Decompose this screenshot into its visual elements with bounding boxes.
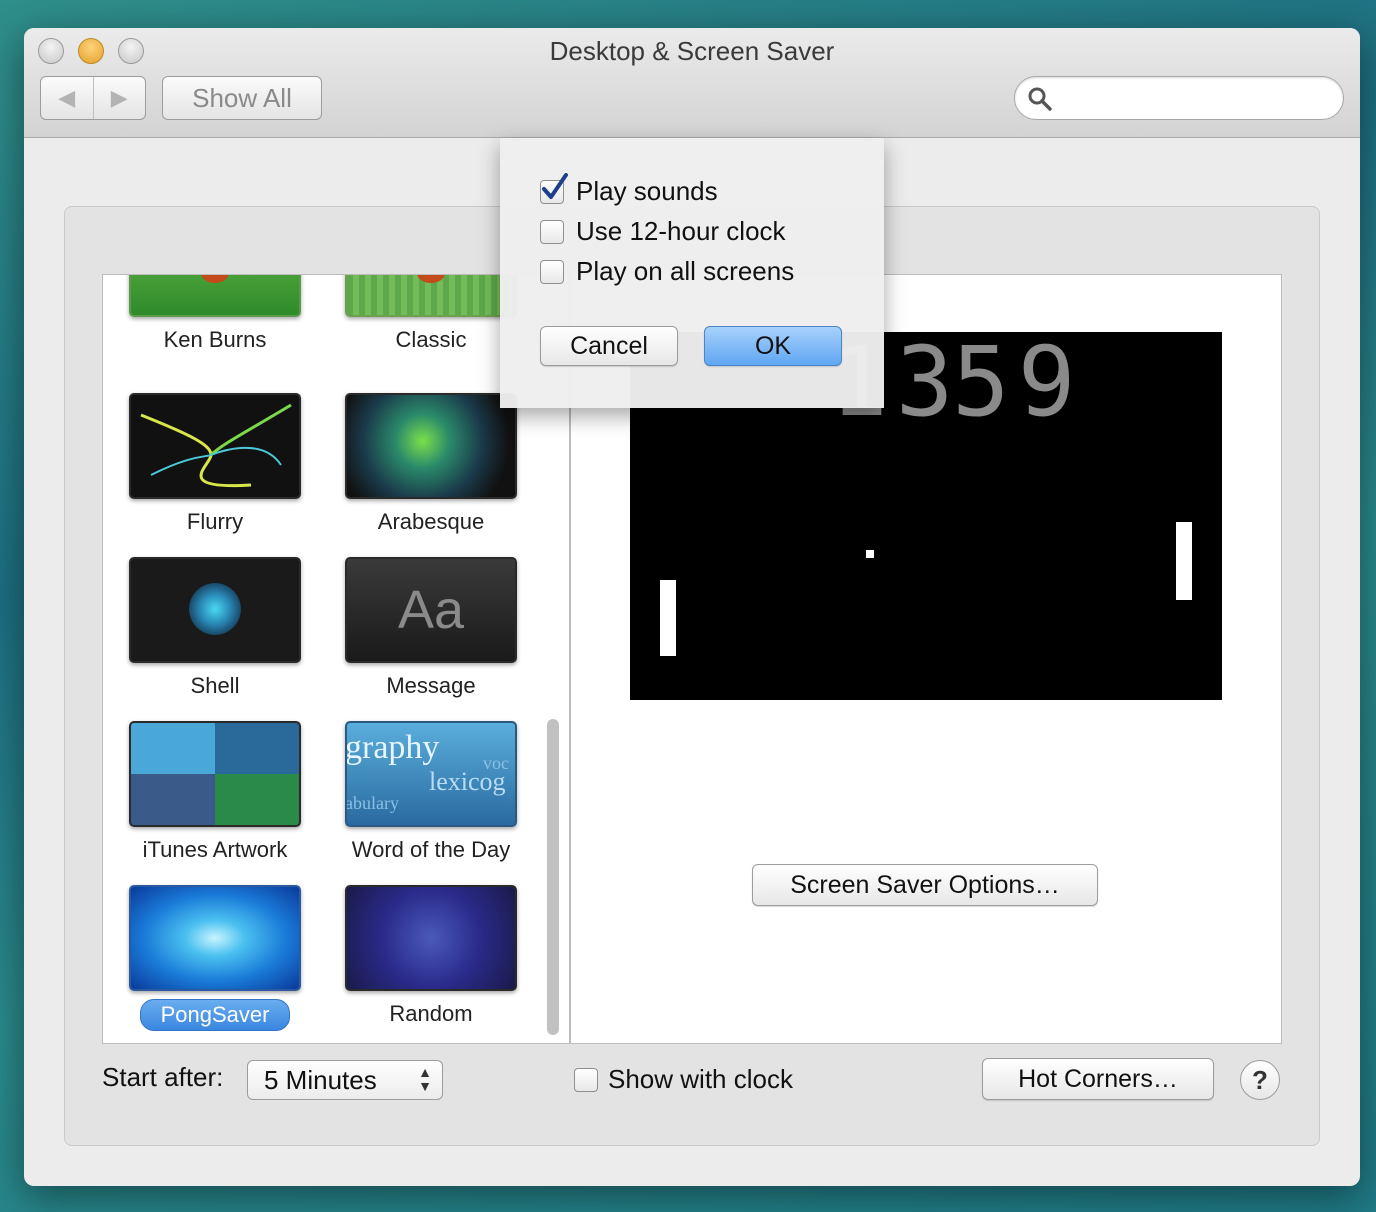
left-paddle <box>660 580 676 656</box>
classic-thumbnail <box>345 275 517 317</box>
pong-ball <box>866 550 874 558</box>
screen-saver-options-button[interactable]: Screen Saver Options… <box>752 864 1098 906</box>
itunes-artwork-thumbnail <box>129 721 301 827</box>
play-sounds-checkbox[interactable] <box>540 173 568 204</box>
preferences-window: Desktop & Screen Saver ◀ ▶ Show All Ken … <box>24 28 1360 1186</box>
saver-tile-arabesque[interactable]: Arabesque <box>323 393 539 537</box>
saver-label: Classic <box>395 327 467 352</box>
thumb-word: abulary <box>345 793 399 813</box>
play-on-all-screens-checkbox[interactable] <box>540 260 564 284</box>
saver-label: Random <box>389 1001 473 1026</box>
saver-label: Flurry <box>186 509 244 534</box>
chevron-left-icon: ◀ <box>58 85 76 110</box>
pongsaver-thumbnail <box>129 885 301 991</box>
back-button[interactable]: ◀ <box>41 77 94 119</box>
saver-label: iTunes Artwork <box>142 837 288 862</box>
saver-tile-random[interactable]: Random <box>323 885 539 1029</box>
saver-label: Arabesque <box>377 509 485 534</box>
forward-button[interactable]: ▶ <box>94 77 146 119</box>
start-after-label: Start after: <box>102 1062 224 1092</box>
score-right: 59 <box>952 326 1084 438</box>
arabesque-thumbnail <box>345 393 517 499</box>
use-12-hour-clock-checkbox[interactable] <box>540 220 564 244</box>
saver-label-selected: PongSaver <box>139 999 291 1031</box>
message-thumbnail: Aa <box>345 557 517 663</box>
saver-tile-shell[interactable]: Shell <box>107 557 323 701</box>
list-scrollbar[interactable] <box>547 719 559 1035</box>
show-all-button[interactable]: Show All <box>162 76 322 120</box>
start-after-popup[interactable]: 5 Minutes ▲ ▼ <box>247 1060 443 1100</box>
saver-tile-message[interactable]: Aa Message <box>323 557 539 701</box>
help-icon: ? <box>1252 1064 1268 1095</box>
ok-button[interactable]: OK <box>704 326 842 366</box>
thumb-word: voc <box>483 753 509 773</box>
saver-tile-flurry[interactable]: Flurry <box>107 393 323 537</box>
titlebar: Desktop & Screen Saver ◀ ▶ Show All <box>24 28 1360 138</box>
checkmark-icon <box>542 173 568 199</box>
hot-corners-button[interactable]: Hot Corners… <box>982 1058 1214 1100</box>
chevron-right-icon: ▶ <box>110 85 128 110</box>
search-icon <box>1028 87 1052 111</box>
saver-tile-itunes-artwork[interactable]: iTunes Artwork <box>107 721 323 865</box>
cancel-button[interactable]: Cancel <box>540 326 678 366</box>
back-forward-control: ◀ ▶ <box>40 76 146 120</box>
word-of-the-day-thumbnail: graphy lexicog abulary voc <box>345 721 517 827</box>
saver-tile-pongsaver[interactable]: PongSaver <box>107 885 323 1031</box>
play-on-all-screens-label: Play on all screens <box>576 256 795 286</box>
play-sounds-label: Play sounds <box>576 176 718 206</box>
saver-label: Word of the Day <box>351 837 511 862</box>
show-with-clock-label: Show with clock <box>608 1064 793 1094</box>
start-after-value: 5 Minutes <box>264 1064 377 1095</box>
updown-arrows-icon: ▲ ▼ <box>418 1064 432 1094</box>
ken-burns-thumbnail <box>129 275 301 317</box>
saver-label: Shell <box>190 673 240 698</box>
window-title: Desktop & Screen Saver <box>549 36 835 66</box>
show-with-clock-checkbox[interactable] <box>574 1068 598 1092</box>
saver-tile-ken-burns[interactable]: Ken Burns <box>107 275 323 355</box>
search-field[interactable] <box>1014 76 1344 120</box>
saver-tile-word-of-the-day[interactable]: graphy lexicog abulary voc Word of the D… <box>323 721 539 865</box>
message-thumb-text: Aa <box>397 580 465 640</box>
use-12-hour-clock-label: Use 12-hour clock <box>576 216 786 246</box>
options-sheet: Play sounds Use 12-hour clock Play on al… <box>500 138 884 408</box>
help-button[interactable]: ? <box>1240 1060 1280 1100</box>
shell-thumbnail <box>129 557 301 663</box>
thumb-word: graphy <box>345 729 440 766</box>
saver-label: Message <box>386 673 476 698</box>
random-thumbnail <box>345 885 517 991</box>
flurry-thumbnail <box>129 393 301 499</box>
right-paddle <box>1176 522 1192 600</box>
saver-label: Ken Burns <box>163 327 267 352</box>
